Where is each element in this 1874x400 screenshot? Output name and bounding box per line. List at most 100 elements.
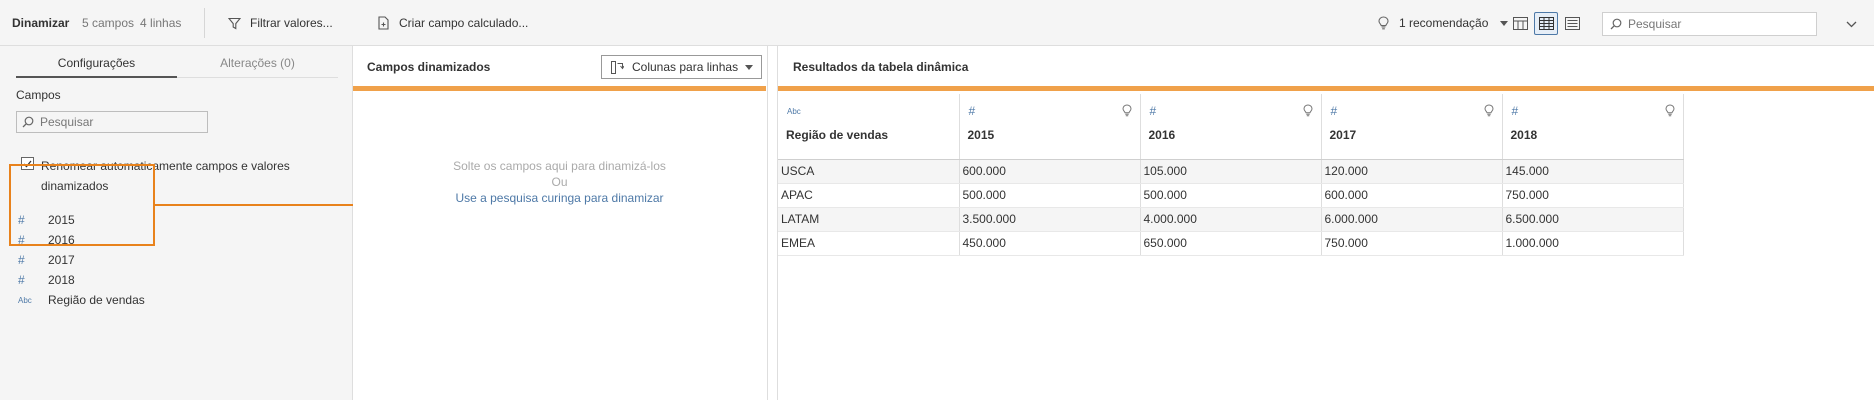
- calculated-field-icon: [378, 16, 389, 30]
- table-cell[interactable]: 3.500.000: [959, 207, 1141, 232]
- number-type-icon: #: [1511, 104, 1519, 118]
- pivot-type-dropdown[interactable]: Colunas para linhas: [601, 55, 762, 79]
- create-calculated-field-button[interactable]: Criar campo calculado...: [377, 12, 528, 34]
- table-cell[interactable]: 6.500.000: [1502, 207, 1684, 232]
- highlight-box: [9, 164, 155, 246]
- number-type-icon: #: [1330, 104, 1338, 118]
- collapse-button[interactable]: [1846, 17, 1857, 31]
- column-header-2015[interactable]: # 2015: [959, 94, 1141, 160]
- column-name: 2015: [967, 128, 995, 142]
- filter-icon: [228, 17, 241, 29]
- header-row: Abc Região de vendas # 2015 # 2016 # 201…: [778, 94, 1684, 160]
- table-cell[interactable]: 600.000: [1321, 183, 1503, 208]
- lightbulb-icon[interactable]: [1302, 104, 1313, 117]
- number-type-icon: #: [968, 104, 976, 118]
- column-name: 2017: [1329, 128, 1357, 142]
- table-cell[interactable]: 4.000.000: [1140, 207, 1322, 232]
- table-row: USCA 600.000 105.000 120.000 145.000: [778, 159, 1684, 184]
- drop-zone[interactable]: Solte os campos aqui para dinamizá-los O…: [353, 158, 766, 206]
- recommendation-label: 1 recomendação: [1399, 16, 1489, 30]
- profile-pane-icon: [1512, 17, 1528, 30]
- filter-values-label: Filtrar valores...: [250, 16, 333, 30]
- table-cell[interactable]: 500.000: [959, 183, 1141, 208]
- column-header-2016[interactable]: # 2016: [1140, 94, 1322, 160]
- table-cell[interactable]: 500.000: [1140, 183, 1322, 208]
- tab-settings[interactable]: Configurações: [16, 54, 177, 78]
- table-cell[interactable]: EMEA: [778, 231, 960, 256]
- field-label: 2018: [48, 273, 75, 287]
- field-label: Região de vendas: [48, 293, 145, 307]
- table-cell[interactable]: 105.000: [1140, 159, 1322, 184]
- number-type-icon: #: [18, 253, 25, 267]
- view-list-button[interactable]: [1560, 12, 1584, 35]
- search-icon: [22, 116, 34, 128]
- table-cell[interactable]: 750.000: [1502, 183, 1684, 208]
- view-profile-button[interactable]: [1508, 12, 1532, 35]
- lightbulb-icon[interactable]: [1121, 104, 1132, 117]
- lightbulb-icon[interactable]: [1483, 104, 1494, 117]
- toolbar-search[interactable]: [1602, 12, 1817, 36]
- toolbar-search-input[interactable]: [1628, 17, 1798, 31]
- column-header-2018[interactable]: # 2018: [1502, 94, 1684, 160]
- table-cell[interactable]: 650.000: [1140, 231, 1322, 256]
- toolbar: Dinamizar 5 campos 4 linhas Filtrar valor…: [0, 0, 1874, 46]
- table-row: LATAM 3.500.000 4.000.000 6.000.000 6.50…: [778, 207, 1684, 232]
- chevron-down-icon: [1846, 21, 1857, 28]
- search-icon: [1610, 18, 1622, 30]
- field-item-2018[interactable]: # 2018: [18, 270, 145, 290]
- column-name: Região de vendas: [786, 128, 889, 142]
- drop-hint: Solte os campos aqui para dinamizá-los: [453, 159, 666, 173]
- table-cell[interactable]: 600.000: [959, 159, 1141, 184]
- results-table: Abc Região de vendas # 2015 # 2016 # 201…: [778, 94, 1684, 256]
- table-cell[interactable]: 450.000: [959, 231, 1141, 256]
- fields-heading: Campos: [16, 88, 61, 102]
- column-header-sales-region[interactable]: Abc Região de vendas: [778, 94, 960, 160]
- list-view-icon: [1564, 17, 1580, 30]
- pivot-results-title: Resultados da tabela dinâmica: [793, 60, 969, 74]
- column-header-2017[interactable]: # 2017: [1321, 94, 1503, 160]
- fields-search-input[interactable]: [40, 115, 200, 129]
- field-item-2017[interactable]: # 2017: [18, 250, 145, 270]
- chevron-down-icon: [745, 64, 754, 70]
- table-cell[interactable]: USCA: [778, 159, 960, 184]
- table-row: APAC 500.000 500.000 600.000 750.000: [778, 183, 1684, 208]
- string-type-icon: Abc: [787, 107, 801, 116]
- field-item-sales-region[interactable]: Abc Região de vendas: [18, 290, 145, 310]
- pivoted-fields-title: Campos dinamizados: [367, 60, 491, 74]
- number-type-icon: #: [18, 273, 25, 287]
- pivot-type-label: Colunas para linhas: [632, 60, 739, 74]
- lightbulb-icon: [1378, 16, 1389, 30]
- tab-changes[interactable]: Alterações (0): [177, 54, 338, 78]
- toolbar-divider: [204, 8, 205, 38]
- string-type-icon: Abc: [18, 295, 32, 305]
- table-cell[interactable]: APAC: [778, 183, 960, 208]
- table-cell[interactable]: 750.000: [1321, 231, 1503, 256]
- number-type-icon: #: [1149, 104, 1157, 118]
- table-cell[interactable]: 120.000: [1321, 159, 1503, 184]
- table-view-icon: [1538, 17, 1554, 30]
- recommendations-dropdown[interactable]: 1 recomendação: [1378, 12, 1509, 34]
- create-calculated-field-label: Criar campo calculado...: [399, 16, 529, 30]
- filter-values-button[interactable]: Filtrar valores...: [228, 12, 333, 34]
- fields-search[interactable]: [16, 111, 208, 133]
- table-cell[interactable]: 1.000.000: [1502, 231, 1684, 256]
- lightbulb-icon[interactable]: [1664, 104, 1675, 117]
- field-label: 2017: [48, 253, 75, 267]
- view-toggle-group: [1508, 12, 1584, 35]
- wildcard-search-link[interactable]: Use a pesquisa curinga para dinamizar: [353, 190, 766, 206]
- field-count: 5 campos: [82, 16, 135, 30]
- step-title: Dinamizar: [12, 16, 70, 30]
- step-summary: 5 campos 4 linhas: [82, 16, 187, 30]
- view-table-button[interactable]: [1534, 12, 1558, 35]
- pivoted-fields-accent-bar: [353, 86, 766, 91]
- table-cell[interactable]: LATAM: [778, 207, 960, 232]
- pivoted-fields-panel: Campos dinamizados Colunas para linhas S…: [353, 46, 768, 400]
- or-label: Ou: [551, 175, 568, 189]
- row-count: 4 linhas: [140, 16, 182, 30]
- table-cell[interactable]: 145.000: [1502, 159, 1684, 184]
- column-name: 2018: [1510, 128, 1538, 142]
- column-name: 2016: [1148, 128, 1176, 142]
- table-cell[interactable]: 6.000.000: [1321, 207, 1503, 232]
- settings-tabs: Configurações Alterações (0): [16, 54, 338, 78]
- columns-to-rows-icon: [611, 60, 624, 74]
